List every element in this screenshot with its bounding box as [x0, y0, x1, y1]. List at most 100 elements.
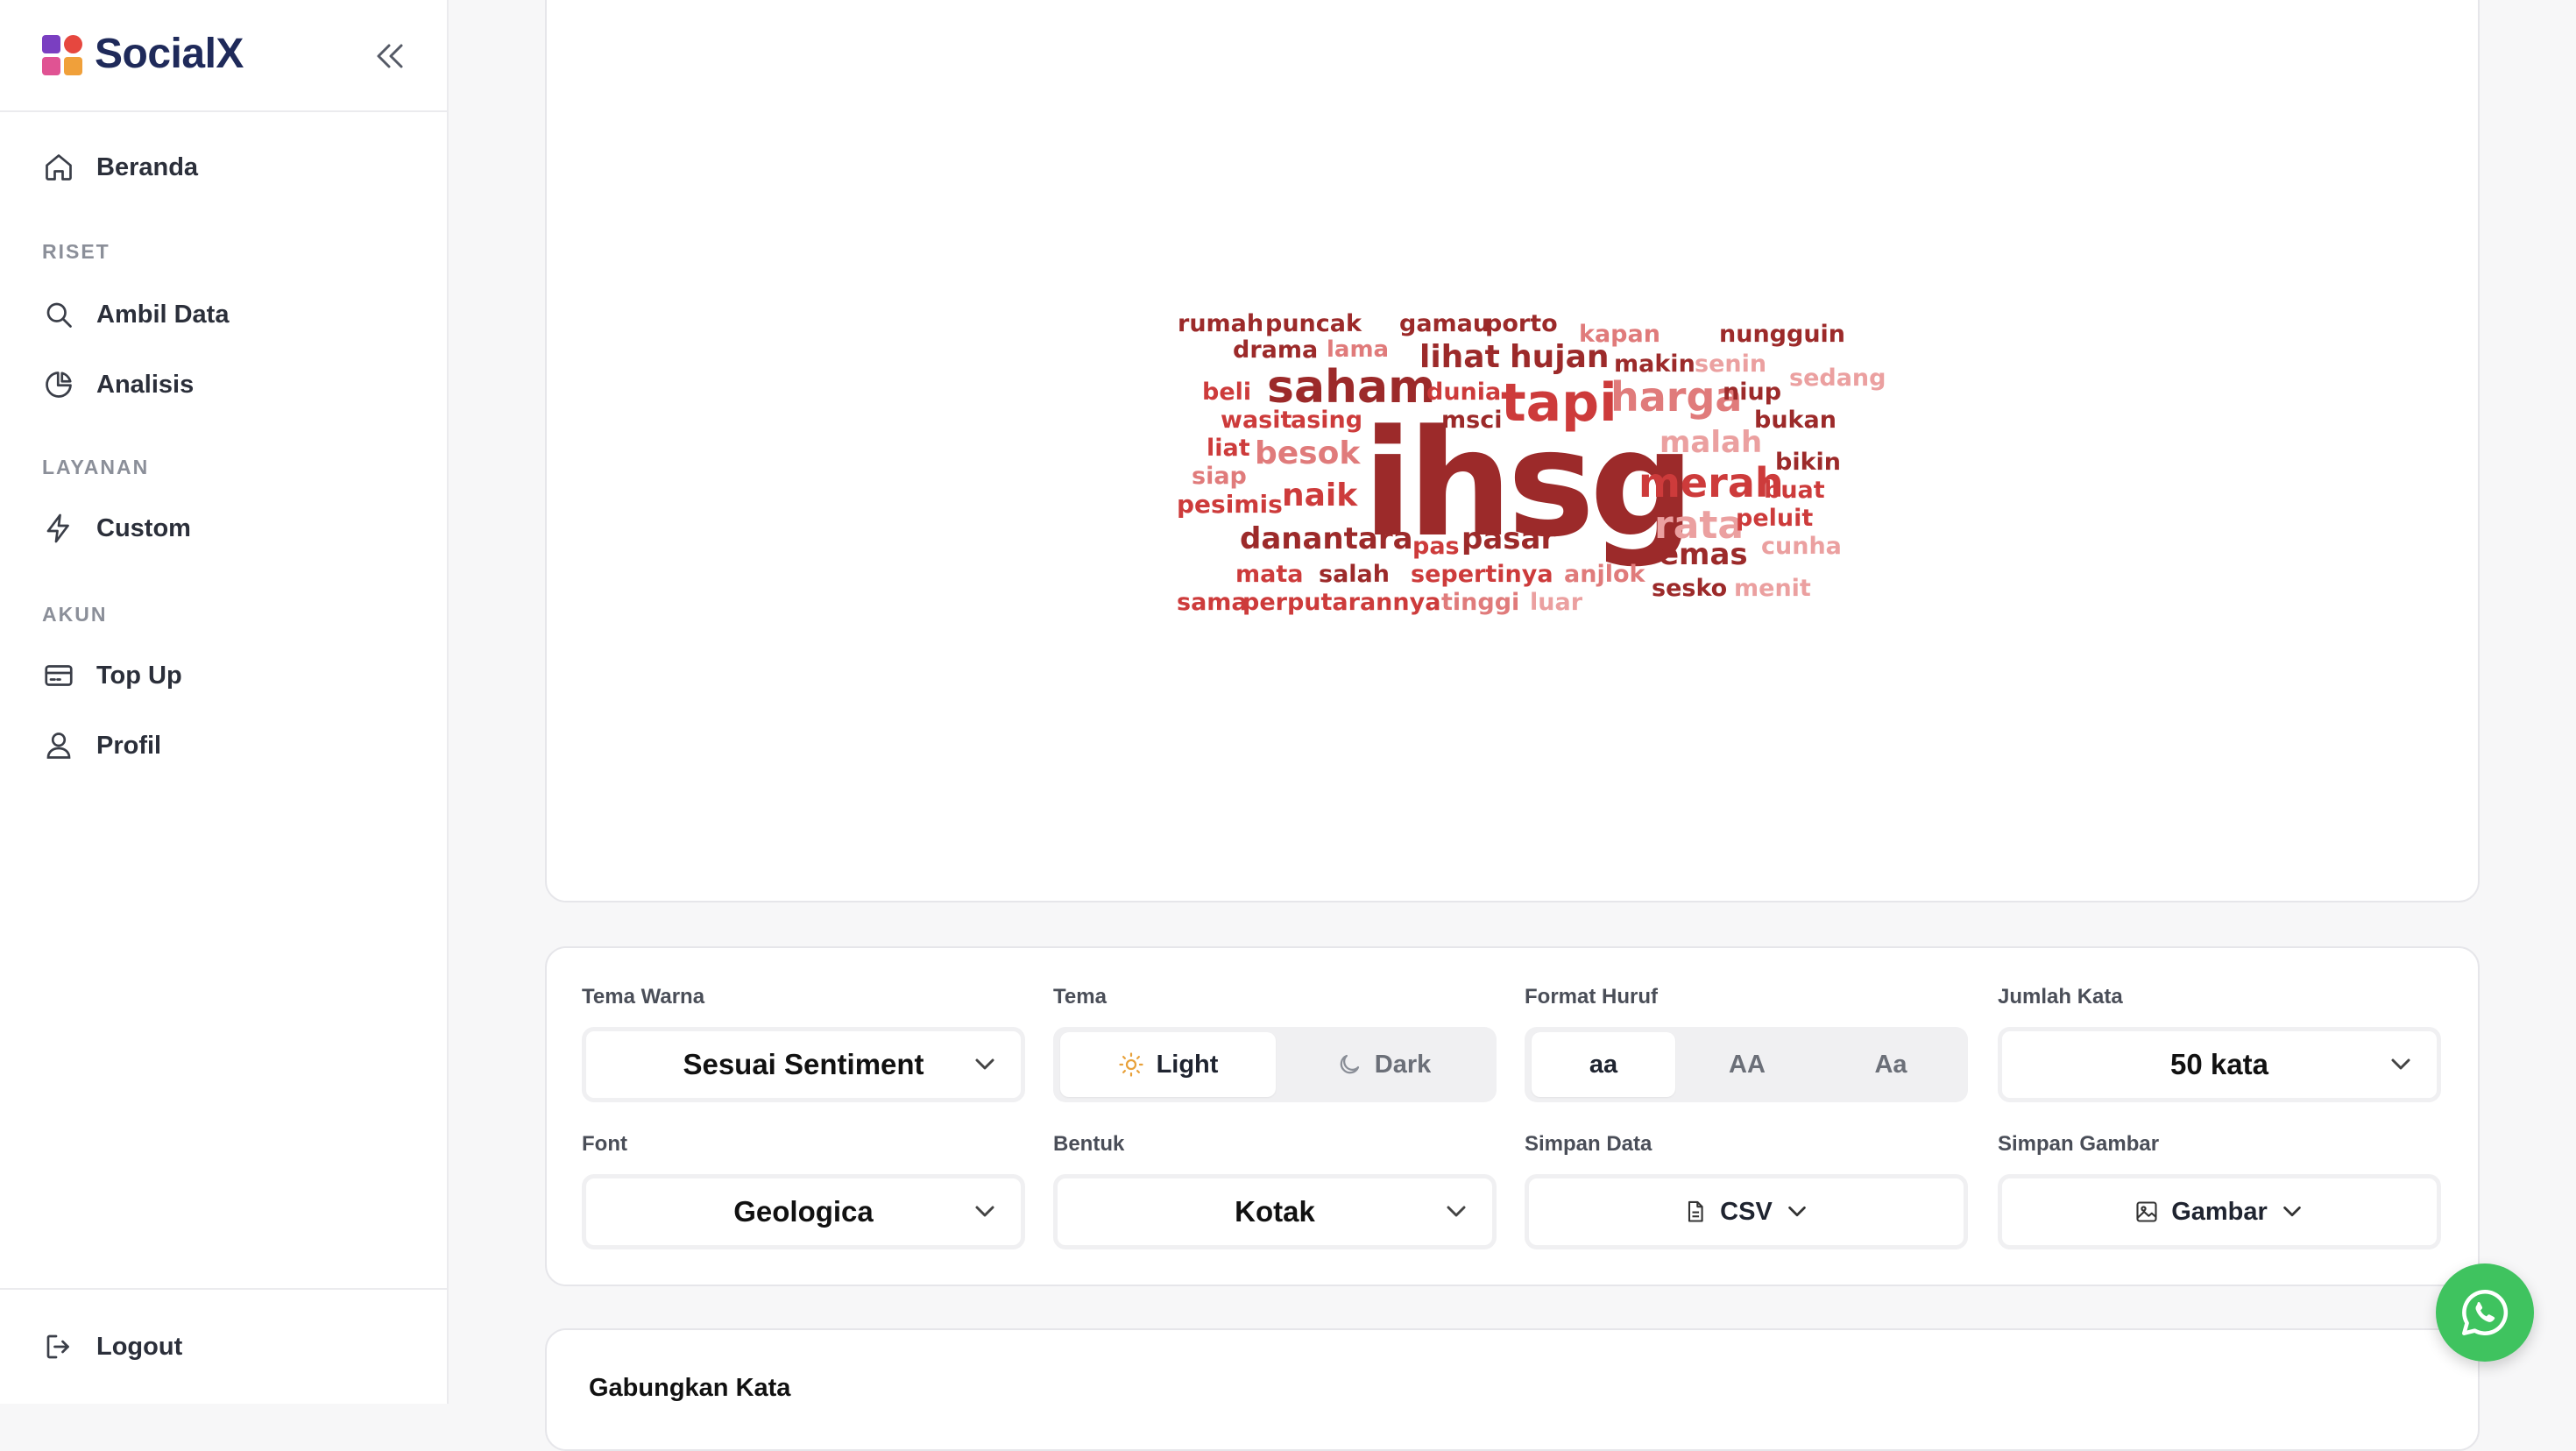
sidebar-item-label: Analisis: [96, 370, 195, 399]
wordcloud-word: merah: [1638, 459, 1784, 506]
wordcloud-word: makin: [1614, 350, 1695, 378]
sidebar-item-label: Top Up: [96, 661, 182, 690]
lightning-icon: [40, 510, 77, 547]
tema-warna-select[interactable]: Sesuai Sentiment: [582, 1027, 1025, 1102]
jumlah-kata-select[interactable]: 50 kata: [1998, 1027, 2441, 1102]
wordcloud-word: gamau: [1399, 310, 1490, 337]
brand-name: SocialX: [95, 31, 244, 77]
logo-row: SocialX: [0, 0, 447, 112]
section-label-akun: AKUN: [42, 603, 108, 626]
user-icon: [40, 727, 77, 764]
wordcloud-word: lihat: [1419, 339, 1500, 375]
simpan-gambar-button[interactable]: Gambar: [1998, 1174, 2441, 1249]
format-option-title[interactable]: Aa: [1819, 1032, 1963, 1097]
wordcloud-word: besok: [1255, 435, 1361, 471]
chevron-down-icon: [2282, 1206, 2301, 1217]
wordcloud-word: perputarannya: [1242, 589, 1441, 616]
wordcloud-word: niup: [1723, 379, 1782, 406]
sidebar-item-top-up[interactable]: Top Up: [21, 645, 424, 706]
tema-warna-value: Sesuai Sentiment: [683, 1048, 924, 1080]
bentuk-label: Bentuk: [1053, 1132, 1125, 1156]
wordcloud-word: cunha: [1761, 533, 1842, 560]
section-label-layanan: LAYANAN: [42, 456, 150, 478]
wordcloud-word: pas: [1412, 533, 1460, 560]
wordcloud-word: luar: [1530, 589, 1583, 616]
format-option-label: aa: [1589, 1050, 1618, 1079]
wordcloud-word: msci: [1441, 407, 1503, 434]
settings-card: Tema Warna Sesuai Sentiment Tema Light D…: [545, 946, 2480, 1286]
wordcloud-word: salah: [1319, 561, 1390, 588]
tema-label: Tema: [1053, 985, 1107, 1009]
logout-button[interactable]: Logout: [21, 1316, 424, 1377]
logout-area: Logout: [0, 1288, 447, 1404]
chevron-down-icon: [1788, 1206, 1806, 1217]
format-huruf-label: Format Huruf: [1525, 985, 1658, 1009]
sun-icon: [1118, 1052, 1143, 1077]
sidebar-item-profil[interactable]: Profil: [21, 715, 424, 776]
wordcloud-word: rumah: [1178, 310, 1264, 337]
wordcloud-word: sedang: [1789, 365, 1886, 392]
wordcloud-word: liat: [1207, 435, 1250, 462]
wordcloud-word: danantara: [1240, 521, 1413, 556]
simpan-data-button[interactable]: CSV: [1525, 1174, 1968, 1249]
wordcloud-word: kapan: [1579, 321, 1660, 348]
wordcloud-word: beli: [1202, 379, 1252, 406]
jumlah-kata-label: Jumlah Kata: [1998, 985, 2123, 1009]
wordcloud-word: sepertinya: [1411, 561, 1553, 588]
simpan-data-value: CSV: [1720, 1197, 1773, 1226]
format-option-upper[interactable]: AA: [1675, 1032, 1819, 1097]
wordcloud-word: bikin: [1775, 449, 1842, 476]
wordcloud-word: buat: [1764, 477, 1825, 504]
wordcloud-word: bukan: [1754, 407, 1836, 434]
wordcloud-word: drama: [1233, 336, 1319, 364]
bentuk-select[interactable]: Kotak: [1053, 1174, 1497, 1249]
wordcloud-word: dunia: [1426, 379, 1502, 406]
sidebar-item-beranda[interactable]: Beranda: [21, 137, 424, 198]
font-label: Font: [582, 1132, 627, 1156]
wordcloud-word: nungguin: [1719, 321, 1846, 348]
wordcloud-word: emas: [1659, 537, 1748, 572]
wordcloud-word: peluit: [1736, 505, 1814, 532]
wordcloud-word: anjlok: [1564, 561, 1645, 588]
wordcloud-word: porto: [1485, 310, 1558, 337]
format-option-lower[interactable]: aa: [1532, 1032, 1675, 1097]
wordcloud-word: sesko: [1652, 575, 1728, 602]
sidebar-item-label: Custom: [96, 513, 191, 542]
wordcloud-word: pasar: [1461, 521, 1556, 556]
collapse-sidebar-button[interactable]: [368, 39, 412, 74]
chevron-down-icon: [975, 1206, 994, 1217]
section-label-riset: RISET: [42, 240, 110, 263]
wordcloud-word: malah: [1660, 425, 1763, 460]
format-option-label: Aa: [1874, 1050, 1907, 1079]
jumlah-kata-value: 50 kata: [2170, 1048, 2268, 1080]
search-icon: [40, 296, 77, 333]
chevrons-left-icon: [377, 44, 403, 68]
font-select[interactable]: Geologica: [582, 1174, 1025, 1249]
chevron-down-icon: [1447, 1206, 1466, 1217]
tema-option-dark[interactable]: Dark: [1276, 1032, 1491, 1097]
chevron-down-icon: [2391, 1058, 2410, 1070]
wordcloud-word: tinggi: [1441, 589, 1520, 616]
sidebar-item-ambil-data[interactable]: Ambil Data: [21, 284, 424, 345]
sidebar-item-label: Profil: [96, 731, 162, 760]
sidebar-item-custom[interactable]: Custom: [21, 498, 424, 559]
simpan-gambar-label: Simpan Gambar: [1998, 1132, 2160, 1156]
tema-option-light[interactable]: Light: [1060, 1032, 1276, 1097]
tema-option-label: Light: [1156, 1050, 1219, 1079]
sidebar-item-analisis[interactable]: Analisis: [21, 354, 424, 415]
wordcloud-word: asing: [1291, 407, 1363, 434]
wordcloud-word: wasit: [1221, 407, 1292, 434]
tema-option-label: Dark: [1374, 1050, 1432, 1079]
wordcloud-word: menit: [1734, 575, 1811, 602]
sidebar-item-label: Logout: [96, 1332, 183, 1361]
wordcloud-word: lama: [1327, 336, 1390, 363]
moon-icon: [1340, 1054, 1359, 1074]
wordcloud-word: siap: [1192, 463, 1247, 490]
gabungkan-card: Gabungkan Kata: [545, 1328, 2480, 1451]
bentuk-value: Kotak: [1235, 1195, 1315, 1228]
socialx-logo-icon: [42, 35, 82, 75]
whatsapp-button[interactable]: [2436, 1263, 2534, 1362]
gabungkan-title: Gabungkan Kata: [589, 1374, 791, 1402]
sidebar-item-label: Ambil Data: [96, 300, 230, 329]
font-value: Geologica: [733, 1195, 874, 1228]
